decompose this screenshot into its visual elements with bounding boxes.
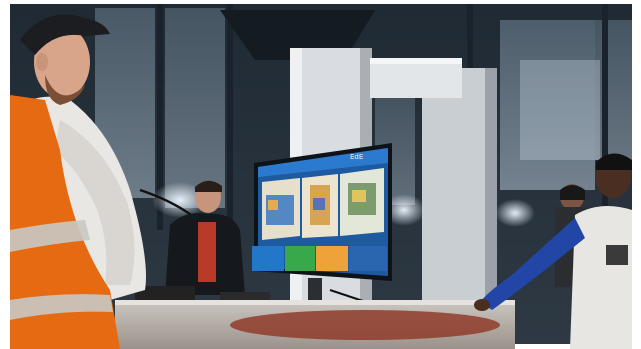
status-panel-green	[285, 246, 315, 271]
photo-scene: EdE	[0, 0, 641, 349]
monitor-brand-text: EdE	[350, 153, 363, 161]
status-panel-orange	[316, 246, 348, 271]
inspection-counter	[115, 300, 515, 349]
scene: EdE	[0, 0, 641, 349]
status-panel-blue	[252, 246, 284, 271]
jersey-badge	[606, 245, 628, 265]
status-panel-blue	[349, 246, 387, 271]
light-glow	[495, 199, 535, 227]
